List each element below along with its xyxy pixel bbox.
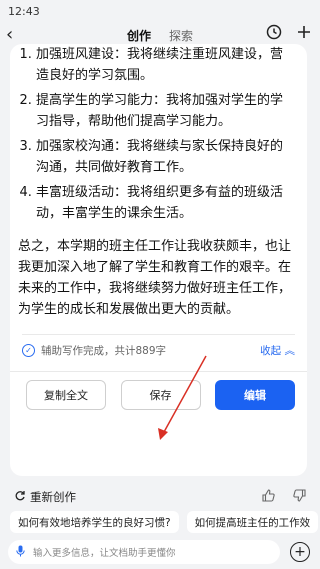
list-item: 提高学生的学习能力：我将加强对学生的学习指导，帮助他们提高学习能力。 [36,90,295,132]
summary-paragraph: 总之，本学期的班主任工作让我收获颇丰，也让我更加深入地了解了学生和教育工作的艰辛… [18,239,292,317]
recreate-row: 重新创作 [0,486,320,508]
copy-all-button[interactable]: 复制全文 [26,380,106,410]
collapse-button[interactable]: 收起 ︽ [260,343,295,358]
refresh-icon[interactable] [14,490,26,505]
message-input[interactable]: 输入更多信息，让文档助手更懂你 [8,540,280,564]
assist-status-text: 辅助写作完成，共计889字 [41,344,167,357]
tab-create[interactable]: 创作 [127,27,151,44]
back-arrow-icon[interactable]: ‹ [6,24,13,45]
edit-button[interactable]: 编辑 [215,380,295,410]
tab-group: 创作 探索 [127,27,193,44]
input-placeholder: 输入更多信息，让文档助手更懂你 [33,548,176,559]
history-clock-icon[interactable] [266,24,282,44]
collapse-label: 收起 [260,344,282,357]
thumbs-up-icon[interactable] [262,488,275,506]
tab-explore[interactable]: 探索 [169,27,193,44]
suggestion-chip[interactable]: 如何有效地培养学生的良好习惯? [10,511,179,533]
recreate-button[interactable]: 重新创作 [30,489,76,505]
result-card: 加强班风建设：我将继续注重班风建设，营造良好的学习氛围。 提高学生的学习能力：我… [10,44,307,476]
plan-list: 加强班风建设：我将继续注重班风建设，营造良好的学习氛围。 提高学生的学习能力：我… [18,44,295,224]
list-item: 加强家校沟通：我将继续与家长保持良好的沟通，共同做好教育工作。 [36,136,295,178]
add-attachment-icon[interactable]: + [290,542,310,562]
list-item: 加强班风建设：我将继续注重班风建设，营造良好的学习氛围。 [36,44,295,86]
article-content: 加强班风建设：我将继续注重班风建设，营造良好的学习氛围。 提高学生的学习能力：我… [10,44,307,320]
check-circle-icon: ✓ [22,343,35,357]
save-button[interactable]: 保存 [120,380,201,410]
assist-status-row: ✓ 辅助写作完成，共计889字 收起 ︽ [10,335,307,365]
top-right-actions [266,24,312,44]
suggestion-chips: 如何有效地培养学生的良好习惯? 如何提高班主任的工作效 [0,511,320,533]
list-item: 丰富班级活动：我将组织更多有益的班级活动，丰富学生的课余生活。 [36,182,295,224]
suggestion-chip[interactable]: 如何提高班主任的工作效 [186,511,319,533]
new-plus-icon[interactable] [296,24,312,44]
status-bar: 12:43 [0,0,320,22]
thumbs-down-icon[interactable] [293,488,306,506]
action-buttons: 复制全文 保存 编辑 [10,372,307,410]
feedback-actions [262,486,306,508]
double-chevron-up-icon: ︽ [284,344,296,357]
status-time: 12:43 [8,4,40,18]
microphone-icon[interactable] [16,545,25,560]
